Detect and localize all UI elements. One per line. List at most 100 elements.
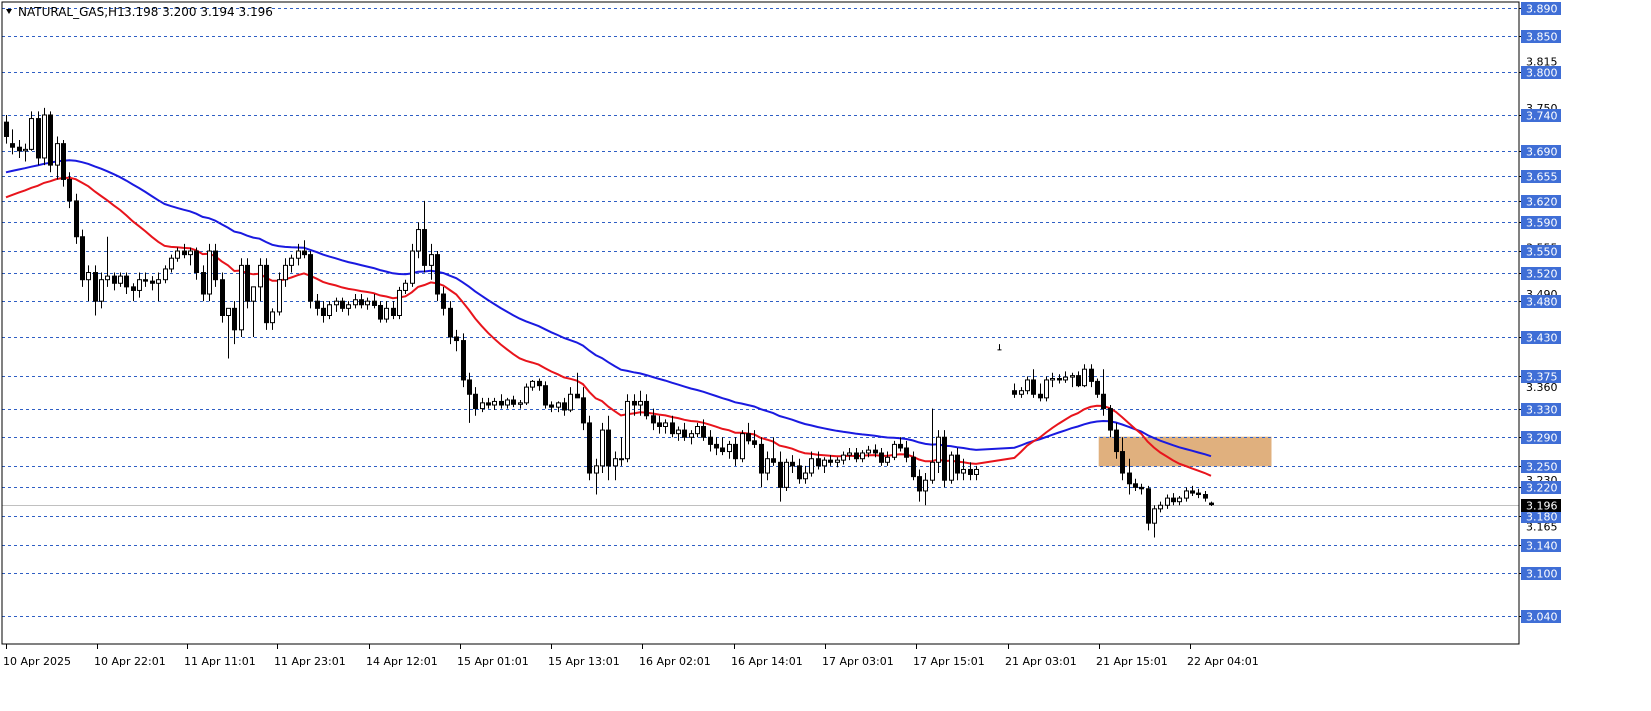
candle-bearish (942, 436, 947, 481)
candle-bullish (556, 402, 561, 408)
candle-bullish (600, 429, 605, 467)
price-chart[interactable]: 3.8153.7503.5553.4903.3603.2303.1653.890… (0, 0, 1651, 707)
candle-bullish (1044, 379, 1049, 399)
candle-bullish (594, 465, 599, 474)
chart-window: 3.8153.7503.5553.4903.3603.2303.1653.890… (0, 0, 1651, 707)
candle-bearish (968, 468, 973, 475)
level-price-label: 3.800 (1526, 67, 1558, 80)
candle-bullish (251, 286, 256, 302)
candle-bearish (422, 229, 427, 266)
candle-bullish (163, 268, 168, 281)
candle-bullish (137, 279, 142, 291)
candle-bearish (1076, 375, 1081, 387)
candle-bullish (1082, 368, 1087, 387)
level-price-label: 3.690 (1526, 146, 1558, 159)
level-price-label: 3.375 (1526, 371, 1558, 384)
candle-bullish (663, 422, 668, 427)
candle-bearish (1108, 408, 1113, 431)
candle-bearish (759, 443, 764, 474)
candle-bearish (473, 393, 478, 410)
candle-bullish (765, 458, 770, 474)
candle-bearish (264, 264, 269, 324)
candle-bullish (1025, 379, 1030, 392)
candle-bearish (1101, 393, 1106, 410)
candle-bullish (1019, 390, 1024, 395)
candle-bearish (778, 461, 783, 488)
candle-bullish (727, 443, 732, 453)
candle-bullish (619, 458, 624, 461)
candle-bearish (499, 400, 504, 406)
x-tick-label: 15 Apr 13:01 (548, 655, 620, 668)
candle-bullish (239, 264, 244, 331)
level-price-label: 3.040 (1526, 611, 1558, 624)
candle-bullish (866, 449, 871, 454)
current-price-label: 3.196 (1526, 500, 1558, 513)
candle-bullish (403, 282, 408, 291)
candle-bullish (296, 250, 301, 259)
candle-bullish (353, 299, 358, 306)
candle-bullish (1158, 504, 1163, 510)
candle-bullish (289, 257, 294, 266)
candle-bullish (86, 272, 91, 281)
candle-bearish (315, 300, 320, 309)
candle-bullish (55, 143, 60, 166)
x-tick-label: 21 Apr 03:01 (1005, 655, 1077, 668)
candle-bearish (245, 264, 250, 302)
candle-bearish (1089, 368, 1094, 382)
candle-bearish (461, 340, 466, 381)
x-tick-label: 10 Apr 22:01 (94, 655, 166, 668)
candle-bearish (657, 422, 662, 427)
candle-bullish (695, 425, 700, 435)
candle-bearish (441, 293, 446, 309)
candle-bullish (23, 148, 28, 152)
candle-bullish (1063, 376, 1068, 381)
candle-bearish (606, 429, 611, 467)
x-tick-label: 16 Apr 14:01 (731, 655, 803, 668)
candle-bullish (1070, 375, 1075, 378)
level-price-label: 3.140 (1526, 540, 1558, 553)
candle-bullish (1050, 378, 1055, 381)
candle-bullish (809, 458, 814, 474)
x-tick-label: 22 Apr 04:01 (1187, 655, 1259, 668)
candle-bearish (17, 146, 22, 152)
candle-bearish (752, 440, 757, 445)
candle-bearish (1133, 483, 1138, 488)
candle-bearish (391, 307, 396, 317)
candle-bearish (670, 422, 675, 435)
candle-bearish (816, 458, 821, 467)
candle-bearish (359, 299, 364, 306)
candle-bearish (1127, 472, 1132, 485)
candle-bearish (898, 443, 903, 449)
candle-bearish (879, 452, 884, 463)
candle-bearish (448, 307, 453, 338)
candle-bearish (1171, 497, 1176, 503)
candle-bullish (638, 400, 643, 406)
candle-bullish (885, 456, 890, 463)
candle-bullish (892, 443, 897, 458)
candle-bearish (587, 422, 592, 474)
candle-bearish (321, 307, 326, 317)
candle-bullish (175, 250, 180, 259)
candle-bearish (1209, 502, 1214, 506)
candle-bearish (4, 121, 9, 137)
candle-bullish (841, 454, 846, 461)
candle-bearish (194, 250, 199, 274)
x-tick-label: 14 Apr 12:01 (366, 655, 438, 668)
candle-bearish (220, 279, 225, 316)
candle-bullish (1152, 508, 1157, 524)
candle-bearish (1146, 488, 1151, 524)
candle-bearish (917, 476, 922, 492)
level-price-label: 3.430 (1526, 332, 1558, 345)
candle-bearish (682, 429, 687, 438)
candle-bullish (974, 468, 979, 475)
candle-bullish (429, 254, 434, 266)
candle-bearish (651, 415, 656, 424)
candle-bearish (454, 336, 459, 342)
level-price-label: 3.850 (1526, 31, 1558, 44)
candle-bearish (1203, 494, 1208, 499)
candle-bullish (277, 279, 282, 313)
candle-bullish (327, 304, 332, 316)
level-price-label: 3.100 (1526, 568, 1558, 581)
x-tick-label: 10 Apr 2025 (3, 655, 71, 668)
candle-bullish (42, 114, 47, 159)
